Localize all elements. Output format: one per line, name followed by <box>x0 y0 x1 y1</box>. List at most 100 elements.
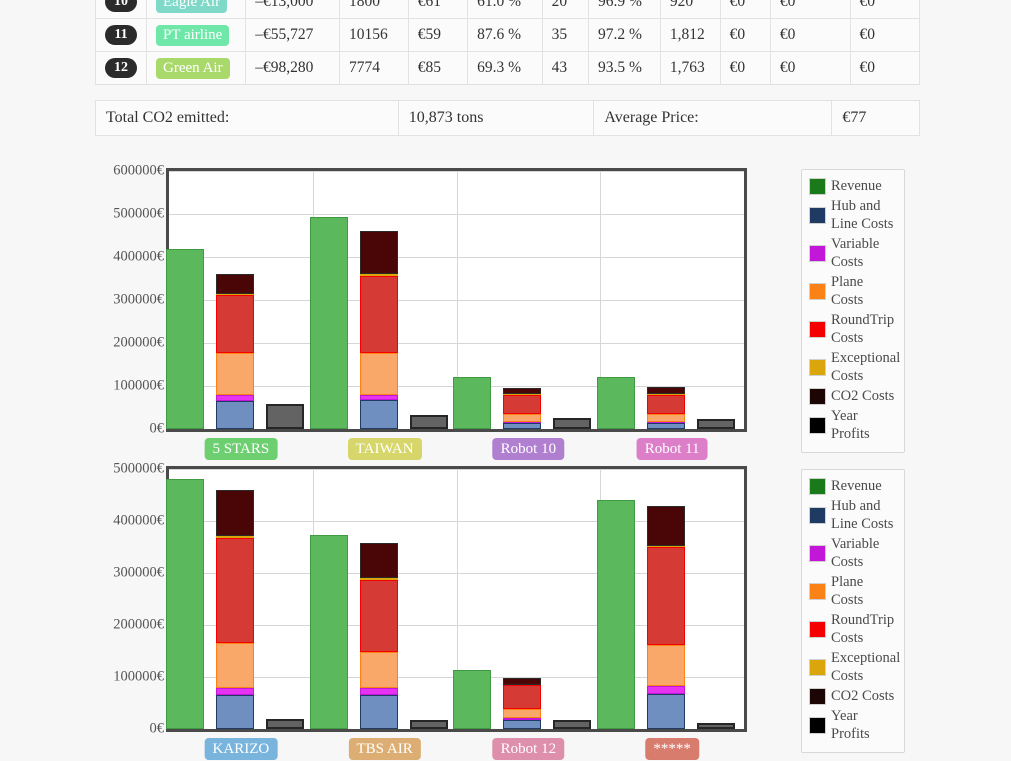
revenue-bar[interactable] <box>597 377 636 429</box>
summary-row-wrapper: Total CO2 emitted: 10,873 tons Average P… <box>95 100 920 136</box>
revenue-bar[interactable] <box>453 669 492 729</box>
legend-color-swatch <box>809 658 826 676</box>
legend-label: Hub and Line Costs <box>831 498 894 532</box>
legend-item[interactable]: CO2 Costs <box>809 387 896 405</box>
table-row[interactable]: 12 Green Air –€98,280 7774 €85 69.3 % 43… <box>95 51 920 85</box>
cost-stack-bar[interactable] <box>359 231 398 429</box>
cost-stack-segment <box>359 694 398 729</box>
average-price-label: Average Price: <box>593 100 833 136</box>
legend-color-swatch <box>809 582 826 600</box>
x-axis-category-label[interactable]: 5 STARS <box>204 438 278 460</box>
price-cell: €59 <box>407 18 469 52</box>
legend-item[interactable]: Variable Costs <box>809 535 896 571</box>
rank-cell: 10 <box>95 0 147 19</box>
legend-color-swatch <box>809 320 826 338</box>
chart-legend-bottom: Revenue Hub and Line Costs Variable Costs P… <box>801 469 905 753</box>
year-profit-bar[interactable] <box>265 404 304 429</box>
table-row[interactable]: 10 Eagle Air –€13,000 1800 €61 61.0 % 20… <box>95 0 920 19</box>
year-profit-bar[interactable] <box>553 720 592 729</box>
cost-stack-segment <box>647 394 686 415</box>
legend-item[interactable]: Year Profits <box>809 407 896 443</box>
cost-stack-bar[interactable] <box>215 489 254 729</box>
revenue-bar[interactable] <box>597 499 636 729</box>
y-axis-tick-label: 0€ <box>149 720 165 737</box>
cost-stack-bar[interactable] <box>647 387 686 429</box>
legend-color-swatch <box>809 544 826 562</box>
rank-badge: 11 <box>105 25 137 45</box>
legend-item[interactable]: CO2 Costs <box>809 687 896 705</box>
year-profit-bar[interactable] <box>697 419 736 429</box>
cost-stack-bar[interactable] <box>359 543 398 729</box>
planes-cell: 20 <box>541 0 589 19</box>
revenue-bar[interactable] <box>165 249 204 429</box>
legend-item[interactable]: Exceptional Costs <box>809 649 900 685</box>
y-axis-tick-label: 500000€ <box>113 205 164 222</box>
cost-stack-segment <box>215 400 254 429</box>
average-price-value: €77 <box>831 100 920 136</box>
legend-item[interactable]: Exceptional Costs <box>809 349 900 385</box>
x-axis-category-label[interactable]: Robot 11 <box>636 438 708 460</box>
cost-stack-segment <box>215 353 254 396</box>
occupancy-cell: 69.3 % <box>467 51 543 85</box>
legend-item[interactable]: Revenue <box>809 177 896 195</box>
cost-stack-segment <box>503 388 542 395</box>
legend-item[interactable]: Variable Costs <box>809 235 896 271</box>
year-profit-bar[interactable] <box>553 418 592 429</box>
planes-cell: 35 <box>541 18 589 52</box>
cost-stack-bar[interactable] <box>215 273 254 429</box>
y-axis-tick-label: 200000€ <box>113 616 164 633</box>
plot-area-chart2 <box>165 466 747 732</box>
legend-label: Plane Costs <box>831 574 864 608</box>
year-profit-bar[interactable] <box>265 718 304 729</box>
legend-item[interactable]: Plane Costs <box>809 573 896 609</box>
x-axis-category-label[interactable]: TAIWAN <box>347 438 422 460</box>
cost-stack-segment <box>215 688 254 696</box>
reliability-cell: 97.2 % <box>587 18 661 52</box>
cost-stack-segment <box>503 709 542 719</box>
cost-stack-segment <box>359 275 398 354</box>
x-axis-category-label[interactable]: ***** <box>645 738 699 760</box>
legend-color-swatch <box>809 206 826 224</box>
rank-cell: 11 <box>95 18 147 52</box>
x-axis-category-label[interactable]: Robot 12 <box>492 738 565 760</box>
legend-label: CO2 Costs <box>831 388 895 404</box>
revenue-cost-chart-bottom: 0€ 100000€ 200000€ 300000€ 400000€ 500000€ Re… <box>0 460 1011 760</box>
y-axis-tick-label: 400000€ <box>113 248 164 265</box>
legend-item[interactable]: Hub and Line Costs <box>809 197 896 233</box>
profit-cell: –€13,000 <box>245 0 340 19</box>
legend-item[interactable]: RoundTrip Costs <box>809 311 896 347</box>
table-row[interactable]: 11 PT airline –€55,727 10156 €59 87.6 % … <box>95 18 920 52</box>
extra1-cell: €0 <box>719 18 771 52</box>
legend-label: Revenue <box>831 478 882 494</box>
revenue-bar[interactable] <box>165 478 204 729</box>
cost-stack-bar[interactable] <box>503 388 542 429</box>
legend-item[interactable]: Revenue <box>809 477 896 495</box>
extra3-cell: €0 <box>849 0 920 19</box>
cost-stack-bar[interactable] <box>503 677 542 729</box>
cost-stack-bar[interactable] <box>647 505 686 729</box>
legend-item[interactable]: Hub and Line Costs <box>809 497 896 533</box>
y-axis-tick-label: 400000€ <box>113 512 164 529</box>
year-profit-bar[interactable] <box>409 719 448 729</box>
extra2-cell: €0 <box>769 18 851 52</box>
x-axis-category-label[interactable]: KARIZO <box>204 738 278 760</box>
x-axis-category-label[interactable]: TBS AIR <box>348 738 421 760</box>
legend-color-swatch <box>809 716 826 734</box>
x-axis-category-label[interactable]: Robot 10 <box>492 438 565 460</box>
legend-color-swatch <box>809 282 826 300</box>
revenue-bar[interactable] <box>309 534 348 729</box>
legend-color-swatch <box>809 477 826 495</box>
cost-stack-segment <box>359 652 398 689</box>
year-profit-bar[interactable] <box>409 414 448 429</box>
summary-row: Total CO2 emitted: 10,873 tons Average P… <box>95 100 920 136</box>
revenue-bar[interactable] <box>309 217 348 429</box>
revenue-bar[interactable] <box>453 377 492 429</box>
legend-item[interactable]: RoundTrip Costs <box>809 611 896 647</box>
year-profit-bar[interactable] <box>697 723 736 729</box>
legend-item[interactable]: Year Profits <box>809 707 896 743</box>
y-axis-ticks-chart2: 0€ 100000€ 200000€ 300000€ 400000€ 500000€ <box>80 460 164 760</box>
profit-cell: –€98,280 <box>245 51 340 85</box>
airline-table-body: 10 Eagle Air –€13,000 1800 €61 61.0 % 20… <box>95 0 920 85</box>
legend-color-swatch <box>809 506 826 524</box>
legend-item[interactable]: Plane Costs <box>809 273 896 309</box>
